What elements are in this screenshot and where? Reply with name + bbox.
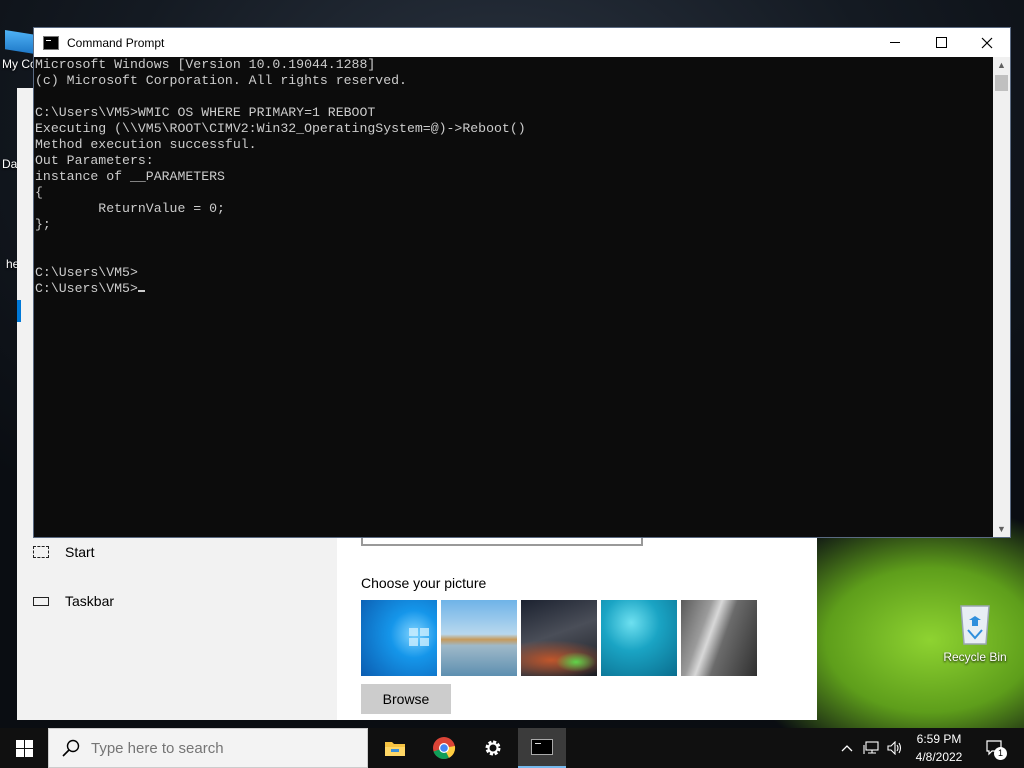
start-layout-icon (33, 546, 49, 558)
taskbar-file-explorer[interactable] (371, 728, 419, 768)
scroll-down-icon[interactable]: ▼ (993, 521, 1010, 537)
console-output[interactable]: Microsoft Windows [Version 10.0.19044.12… (34, 57, 995, 537)
vertical-scrollbar[interactable]: ▲ ▼ (993, 57, 1010, 537)
recycle-bin-icon (960, 605, 990, 645)
nav-item-label: Taskbar (65, 593, 115, 609)
picture-thumbnails (361, 600, 757, 676)
active-nav-indicator (17, 300, 21, 322)
desktop-icon-recycle-bin[interactable]: Recycle Bin (940, 600, 1010, 664)
minimize-button[interactable] (872, 28, 918, 57)
taskbar-chrome[interactable] (420, 728, 468, 768)
console-line: C:\Users\VM5>WMIC OS WHERE PRIMARY=1 REB… (35, 105, 376, 120)
chevron-up-icon (841, 745, 853, 752)
action-center-button[interactable]: 1 (980, 728, 1010, 768)
taskbar-layout-icon (33, 596, 49, 606)
scroll-thumb[interactable] (995, 75, 1008, 91)
console-line: C:\Users\VM5> (35, 265, 138, 280)
desktop-icon-label: Recycle Bin (943, 650, 1007, 664)
maximize-icon (935, 37, 947, 48)
picture-thumbnail-rock[interactable] (681, 600, 757, 676)
close-icon (981, 37, 993, 48)
console-line: instance of __PARAMETERS (35, 169, 225, 184)
cmd-title-bar[interactable]: Command Prompt (34, 28, 1010, 57)
windows-logo-icon (409, 628, 429, 646)
network-icon (863, 741, 879, 754)
taskbar-search-box[interactable] (48, 728, 368, 768)
console-line: }; (35, 217, 51, 232)
command-prompt-icon (531, 739, 553, 755)
speaker-icon (887, 741, 902, 755)
chrome-icon (433, 737, 456, 760)
maximize-button[interactable] (918, 28, 964, 57)
window-title: Command Prompt (67, 35, 165, 50)
command-prompt-icon (43, 35, 59, 50)
picture-thumbnail-night-sky[interactable] (521, 600, 597, 676)
windows-logo-icon (15, 739, 33, 757)
nav-item-taskbar[interactable]: Taskbar (33, 593, 114, 609)
close-button[interactable] (964, 28, 1010, 57)
network-button[interactable] (860, 728, 882, 768)
console-line: Executing (\\VM5\ROOT\CIMV2:Win32_Operat… (35, 121, 526, 136)
taskbar-settings[interactable] (469, 728, 517, 768)
show-hidden-icons-button[interactable] (838, 728, 856, 768)
browse-button[interactable]: Browse (361, 684, 451, 714)
clock-date: 4/8/2022 (915, 750, 963, 764)
command-prompt-window[interactable]: Command Prompt Microsoft Windows [Versio… (33, 27, 1011, 538)
picture-thumbnail-underwater[interactable] (601, 600, 677, 676)
console-input-line[interactable]: C:\Users\VM5> (35, 281, 995, 297)
text-cursor (137, 290, 145, 292)
console-line: Out Parameters: (35, 153, 154, 168)
taskbar: 6:59 PM 4/8/2022 1 (0, 728, 1024, 768)
file-explorer-icon (385, 742, 405, 756)
choose-picture-label: Choose your picture (361, 575, 487, 591)
minimize-icon (890, 42, 900, 43)
settings-gear-icon (485, 740, 501, 756)
console-line: ReturnValue = 0; (35, 201, 225, 216)
console-line: Method execution successful. (35, 137, 257, 152)
console-line: { (35, 185, 43, 200)
console-line: (c) Microsoft Corporation. All rights re… (35, 73, 407, 88)
this-pc-icon (5, 30, 35, 54)
search-input[interactable] (89, 738, 353, 758)
picture-thumbnail-beach[interactable] (441, 600, 517, 676)
volume-button[interactable] (884, 728, 906, 768)
notification-count-badge: 1 (994, 747, 1007, 760)
clock-time: 6:59 PM (916, 732, 962, 746)
picture-thumbnail-windows[interactable] (361, 600, 437, 676)
search-icon (62, 739, 80, 757)
console-prompt: C:\Users\VM5> (35, 281, 138, 296)
taskbar-clock[interactable]: 6:59 PM 4/8/2022 (904, 730, 974, 766)
nav-item-start[interactable]: Start (33, 544, 95, 560)
console-line: Microsoft Windows [Version 10.0.19044.12… (35, 57, 376, 72)
start-button[interactable] (0, 728, 48, 768)
nav-item-label: Start (65, 544, 95, 560)
taskbar-command-prompt[interactable] (518, 728, 566, 768)
scroll-up-icon[interactable]: ▲ (993, 57, 1010, 73)
